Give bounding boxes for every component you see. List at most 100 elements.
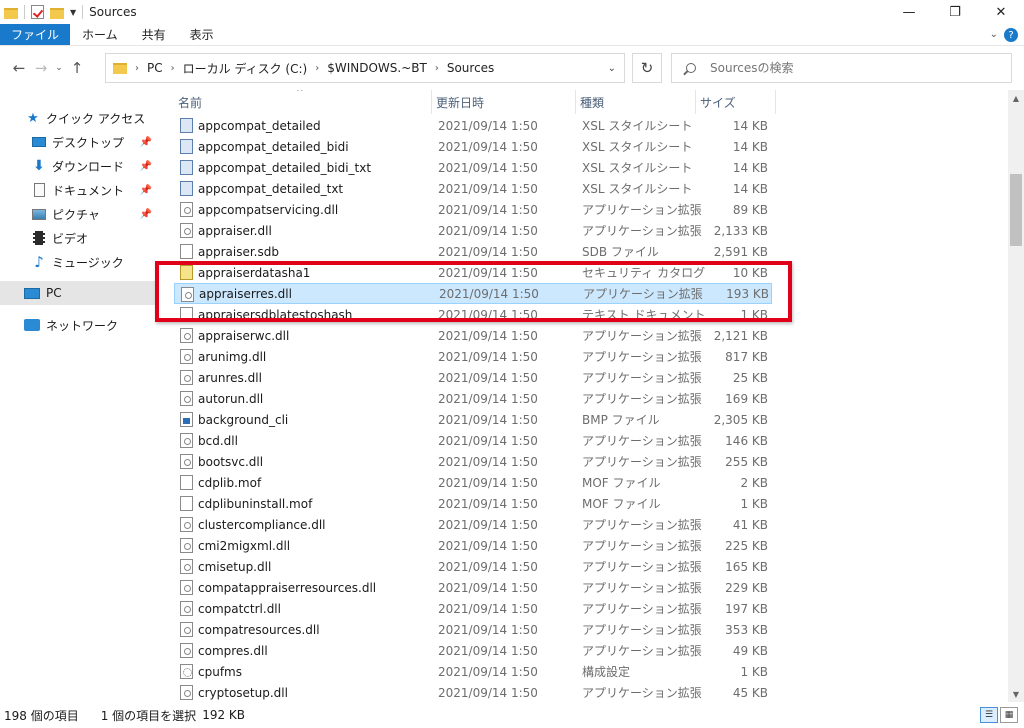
file-row[interactable]: cdplib.mof 2021/09/14 1:50 MOF ファイル 2 KB — [174, 472, 772, 493]
file-row[interactable]: appcompat_detailed 2021/09/14 1:50 XSL スタイ… — [174, 115, 772, 136]
file-type: 構成設定 — [582, 665, 631, 679]
nav-label: ドキュメント — [52, 183, 125, 198]
breadcrumb-chevron-icon[interactable]: › — [135, 63, 139, 74]
file-row[interactable]: appraiser.dll 2021/09/14 1:50 アプリケーション拡張 2,… — [174, 220, 772, 241]
file-row[interactable]: appcompat_detailed_bidi_txt 2021/09/14 1:… — [174, 157, 772, 178]
xsl-file-icon — [180, 181, 193, 196]
nav-item-desktop[interactable]: デスクトップ 📌 — [0, 130, 158, 154]
file-row[interactable]: appraiserwc.dll 2021/09/14 1:50 アプリケーション拡張… — [174, 325, 772, 346]
maximize-button[interactable]: ❐ — [932, 0, 978, 24]
vertical-scrollbar[interactable]: ▲ ▼ — [1008, 90, 1024, 702]
file-row[interactable]: arunres.dll 2021/09/14 1:50 アプリケーション拡張 25 K… — [174, 367, 772, 388]
file-row[interactable]: appcompatservicing.dll 2021/09/14 1:50 アプリ… — [174, 199, 772, 220]
column-header-type[interactable]: 種類 — [576, 90, 696, 114]
column-header-date[interactable]: 更新日時 — [432, 90, 576, 114]
file-row[interactable]: bcd.dll 2021/09/14 1:50 アプリケーション拡張 146 KB — [174, 430, 772, 451]
tab-share[interactable]: 共有 — [130, 24, 178, 45]
file-row[interactable]: cmi2migxml.dll 2021/09/14 1:50 アプリケーション拡張 2… — [174, 535, 772, 556]
address-dropdown-icon[interactable]: ⌄ — [608, 63, 616, 74]
nav-item-network[interactable]: ネットワーク — [0, 313, 158, 337]
breadcrumb-chevron-icon[interactable]: › — [315, 63, 319, 74]
file-size: 197 KB — [725, 601, 768, 616]
column-header-name[interactable]: 名前 — [174, 90, 432, 114]
new-folder-icon[interactable] — [50, 7, 64, 19]
breadcrumb-chevron-icon[interactable]: › — [171, 63, 175, 74]
pin-icon[interactable]: 📌 — [140, 209, 152, 220]
file-row[interactable]: clustercompliance.dll 2021/09/14 1:50 アプリケ… — [174, 514, 772, 535]
file-type: アプリケーション拡張 — [582, 623, 702, 637]
nav-item-documents[interactable]: ドキュメント 📌 — [0, 178, 158, 202]
breadcrumb-chevron-icon[interactable]: › — [435, 63, 439, 74]
file-row[interactable]: arunimg.dll 2021/09/14 1:50 アプリケーション拡張 817 … — [174, 346, 772, 367]
file-row[interactable]: compres.dll 2021/09/14 1:50 アプリケーション拡張 49 K… — [174, 640, 772, 661]
pin-icon[interactable]: 📌 — [140, 161, 152, 172]
nav-item-music[interactable]: ♪ ミュージック — [0, 250, 158, 274]
file-row[interactable]: compatappraiserresources.dll 2021/09/14 1… — [174, 577, 772, 598]
breadcrumb-pc[interactable]: PC — [147, 61, 163, 75]
file-type: MOF ファイル — [582, 476, 661, 490]
file-name: cdplibuninstall.mof — [198, 496, 313, 511]
file-date: 2021/09/14 1:50 — [438, 265, 538, 280]
file-date: 2021/09/14 1:50 — [438, 664, 538, 679]
up-arrow-icon[interactable]: ↑ — [66, 59, 88, 77]
expand-ribbon-icon[interactable]: ⌄ — [990, 29, 998, 40]
column-header-size[interactable]: サイズ — [696, 90, 776, 114]
file-row[interactable]: bootsvc.dll 2021/09/14 1:50 アプリケーション拡張 255 … — [174, 451, 772, 472]
file-row[interactable]: cmisetup.dll 2021/09/14 1:50 アプリケーション拡張 165… — [174, 556, 772, 577]
separator — [24, 5, 25, 19]
file-date: 2021/09/14 1:50 — [438, 538, 538, 553]
file-row[interactable]: appcompat_detailed_bidi 2021/09/14 1:50 XS… — [174, 136, 772, 157]
scroll-up-icon[interactable]: ▲ — [1008, 90, 1024, 106]
file-date: 2021/09/14 1:50 — [438, 160, 538, 175]
recent-locations-icon[interactable]: ⌄ — [52, 63, 66, 73]
forward-arrow-icon[interactable]: → — [30, 59, 52, 77]
large-icons-view-icon[interactable]: ▦ — [1000, 707, 1018, 723]
file-row[interactable]: appcompat_detailed_txt 2021/09/14 1:50 XSL… — [174, 178, 772, 199]
help-icon[interactable]: ? — [1004, 28, 1018, 42]
dll-file-icon — [180, 538, 193, 553]
minimize-button[interactable]: — — [886, 0, 932, 24]
close-button[interactable]: ✕ — [978, 0, 1024, 24]
file-row[interactable]: cryptosetup.dll 2021/09/14 1:50 アプリケーション拡張… — [174, 682, 772, 702]
file-row[interactable]: autorun.dll 2021/09/14 1:50 アプリケーション拡張 169 … — [174, 388, 772, 409]
nav-item-quick-access[interactable]: ★ クイック アクセス — [0, 106, 158, 130]
scrollbar-thumb[interactable] — [1010, 174, 1022, 246]
file-row[interactable]: compatctrl.dll 2021/09/14 1:50 アプリケーション拡張 1… — [174, 598, 772, 619]
breadcrumb-sources[interactable]: Sources — [447, 61, 494, 75]
file-date: 2021/09/14 1:50 — [438, 622, 538, 637]
nav-item-videos[interactable]: ビデオ — [0, 226, 158, 250]
tab-view[interactable]: 表示 — [178, 24, 226, 45]
file-date: 2021/09/14 1:50 — [438, 223, 538, 238]
address-row: ← → ⌄ ↑ › PC › ローカル ディスク (C:) › $WINDOWS.~B… — [0, 46, 1024, 90]
nav-item-pc[interactable]: PC — [0, 281, 158, 305]
details-view-icon[interactable]: ☰ — [980, 707, 998, 723]
file-name: appcompat_detailed_txt — [198, 181, 344, 196]
breadcrumb-windows-bt[interactable]: $WINDOWS.~BT — [327, 61, 427, 75]
file-row[interactable]: cpufms 2021/09/14 1:50 構成設定 1 KB — [174, 661, 772, 682]
breadcrumb-local-disk[interactable]: ローカル ディスク (C:) — [183, 60, 308, 77]
search-input[interactable] — [710, 61, 1000, 75]
address-bar[interactable]: › PC › ローカル ディスク (C:) › $WINDOWS.~BT › Sourc… — [105, 53, 625, 83]
pin-icon[interactable]: 📌 — [140, 137, 152, 148]
file-row[interactable]: appraiserdatasha1 2021/09/14 1:50 セキュリティ カ… — [174, 262, 772, 283]
tab-home[interactable]: ホーム — [70, 24, 130, 45]
search-box[interactable] — [671, 53, 1012, 83]
scroll-down-icon[interactable]: ▼ — [1008, 686, 1024, 702]
file-file-icon — [180, 475, 193, 490]
file-row[interactable]: appraiser.sdb 2021/09/14 1:50 SDB ファイル 2,59… — [174, 241, 772, 262]
back-arrow-icon[interactable]: ← — [8, 59, 30, 77]
pin-icon[interactable]: 📌 — [140, 185, 152, 196]
nav-item-downloads[interactable]: ⬇ ダウンロード 📌 — [0, 154, 158, 178]
refresh-button[interactable]: ↻ — [632, 53, 662, 83]
file-row[interactable]: cdplibuninstall.mof 2021/09/14 1:50 MOF ファ… — [174, 493, 772, 514]
properties-icon[interactable] — [31, 5, 44, 19]
file-row[interactable]: appraisersdblatestoshash 2021/09/14 1:50 テ… — [174, 304, 772, 325]
file-name: compatresources.dll — [198, 622, 320, 637]
file-row[interactable]: appraiserres.dll 2021/09/14 1:50 アプリケーション拡… — [174, 283, 772, 304]
tab-file[interactable]: ファイル — [0, 24, 71, 45]
file-row[interactable]: compatresources.dll 2021/09/14 1:50 アプリケーシ… — [174, 619, 772, 640]
customize-toolbar-dropdown-icon[interactable]: ▼ — [70, 8, 76, 17]
file-row[interactable]: background_cli 2021/09/14 1:50 BMP ファイル 2,3… — [174, 409, 772, 430]
nav-item-pictures[interactable]: ピクチャ 📌 — [0, 202, 158, 226]
file-type: アプリケーション拡張 — [582, 602, 702, 616]
